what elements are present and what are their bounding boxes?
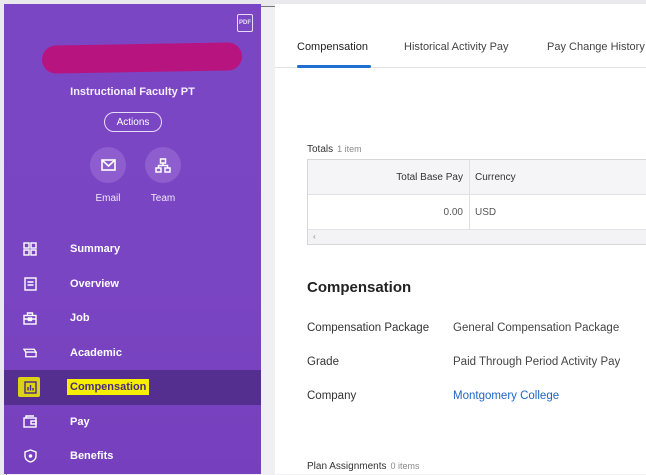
active-tab-indicator — [297, 65, 371, 68]
company-link[interactable]: Montgomery College — [453, 390, 559, 402]
totals-header: Totals 1 item — [307, 144, 362, 155]
academic-icon — [23, 346, 37, 360]
redacted-worker-name — [41, 42, 243, 74]
bar-chart-icon — [23, 380, 37, 394]
sidebar-item-label: Summary — [70, 243, 121, 256]
document-icon — [23, 277, 37, 291]
field-value-grade: Paid Through Period Activity Pay — [453, 356, 621, 368]
sidebar-item-label: Benefits — [70, 450, 114, 463]
team-quick-action[interactable]: Team — [143, 147, 183, 204]
field-label-grade: Grade — [307, 356, 339, 368]
cell-total-base-pay: 0.00 — [308, 195, 470, 229]
grid-icon — [23, 242, 37, 256]
email-circle[interactable] — [90, 147, 126, 183]
table-row: 0.00 USD — [308, 195, 646, 230]
sidebar-item-overview[interactable]: Overview — [4, 267, 261, 302]
org-chart-icon — [155, 157, 171, 173]
sidebar-item-label: Overview — [70, 277, 119, 290]
tab-bar: Compensation Historical Activity Pay Pay… — [275, 4, 646, 68]
horizontal-scrollbar[interactable]: ‹ — [308, 230, 646, 244]
plan-assignments-count: 0 items — [390, 461, 420, 471]
main-panel: Compensation Historical Activity Pay Pay… — [275, 4, 646, 474]
totals-count: 1 item — [337, 144, 362, 154]
field-value-compensation-package: General Compensation Package — [453, 322, 620, 334]
actions-button[interactable]: Actions — [104, 112, 162, 132]
sidebar-item-job[interactable]: Job — [4, 301, 261, 336]
sidebar-item-label: Academic — [70, 346, 122, 359]
plan-assignments-title: Plan Assignments — [307, 461, 387, 472]
sidebar-item-pay[interactable]: Pay — [4, 405, 261, 440]
table-header-row: Total Base Pay Currency — [308, 160, 646, 195]
pdf-export-icon[interactable]: PDF — [237, 14, 253, 32]
tab-compensation[interactable]: Compensation — [297, 41, 368, 53]
field-label-company: Company — [307, 390, 357, 402]
email-label: Email — [95, 193, 121, 204]
sidebar-item-label: Compensation — [67, 379, 150, 396]
column-header-currency[interactable]: Currency — [470, 160, 646, 194]
worker-profile-sidebar: PDF Instructional Faculty PT Actions Ema… — [4, 4, 261, 474]
tab-pay-change-history[interactable]: Pay Change History — [547, 41, 645, 53]
job-profile-title: Instructional Faculty PT — [70, 86, 195, 98]
sidebar-item-label: Pay — [70, 415, 90, 428]
sidebar-item-compensation[interactable]: Compensation — [4, 370, 261, 405]
totals-title: Totals — [307, 144, 334, 155]
sidebar-item-benefits[interactable]: Benefits — [4, 439, 261, 474]
envelope-icon — [100, 159, 116, 171]
column-header-total-base-pay[interactable]: Total Base Pay — [308, 160, 470, 194]
team-label: Team — [150, 193, 176, 204]
cell-currency: USD — [475, 206, 497, 218]
tab-historical-activity-pay[interactable]: Historical Activity Pay — [404, 41, 509, 53]
field-label-compensation-package: Compensation Package — [307, 322, 430, 334]
sidebar-item-academic[interactable]: Academic — [4, 336, 261, 371]
totals-table: Total Base Pay Currency 0.00 USD ‹ — [307, 159, 646, 245]
sidebar-nav: Summary Overview Job Academic Compensati… — [4, 232, 261, 474]
scroll-left-icon[interactable]: ‹ — [313, 232, 316, 241]
briefcase-icon — [23, 311, 37, 325]
team-circle[interactable] — [145, 147, 181, 183]
sidebar-item-summary[interactable]: Summary — [4, 232, 261, 267]
shield-icon — [23, 449, 37, 463]
email-quick-action[interactable]: Email — [88, 147, 128, 204]
sidebar-item-label: Job — [70, 312, 90, 325]
plan-assignments-header: Plan Assignments 0 items — [307, 461, 420, 472]
wallet-icon — [23, 415, 37, 429]
compensation-section-title: Compensation — [307, 279, 412, 296]
